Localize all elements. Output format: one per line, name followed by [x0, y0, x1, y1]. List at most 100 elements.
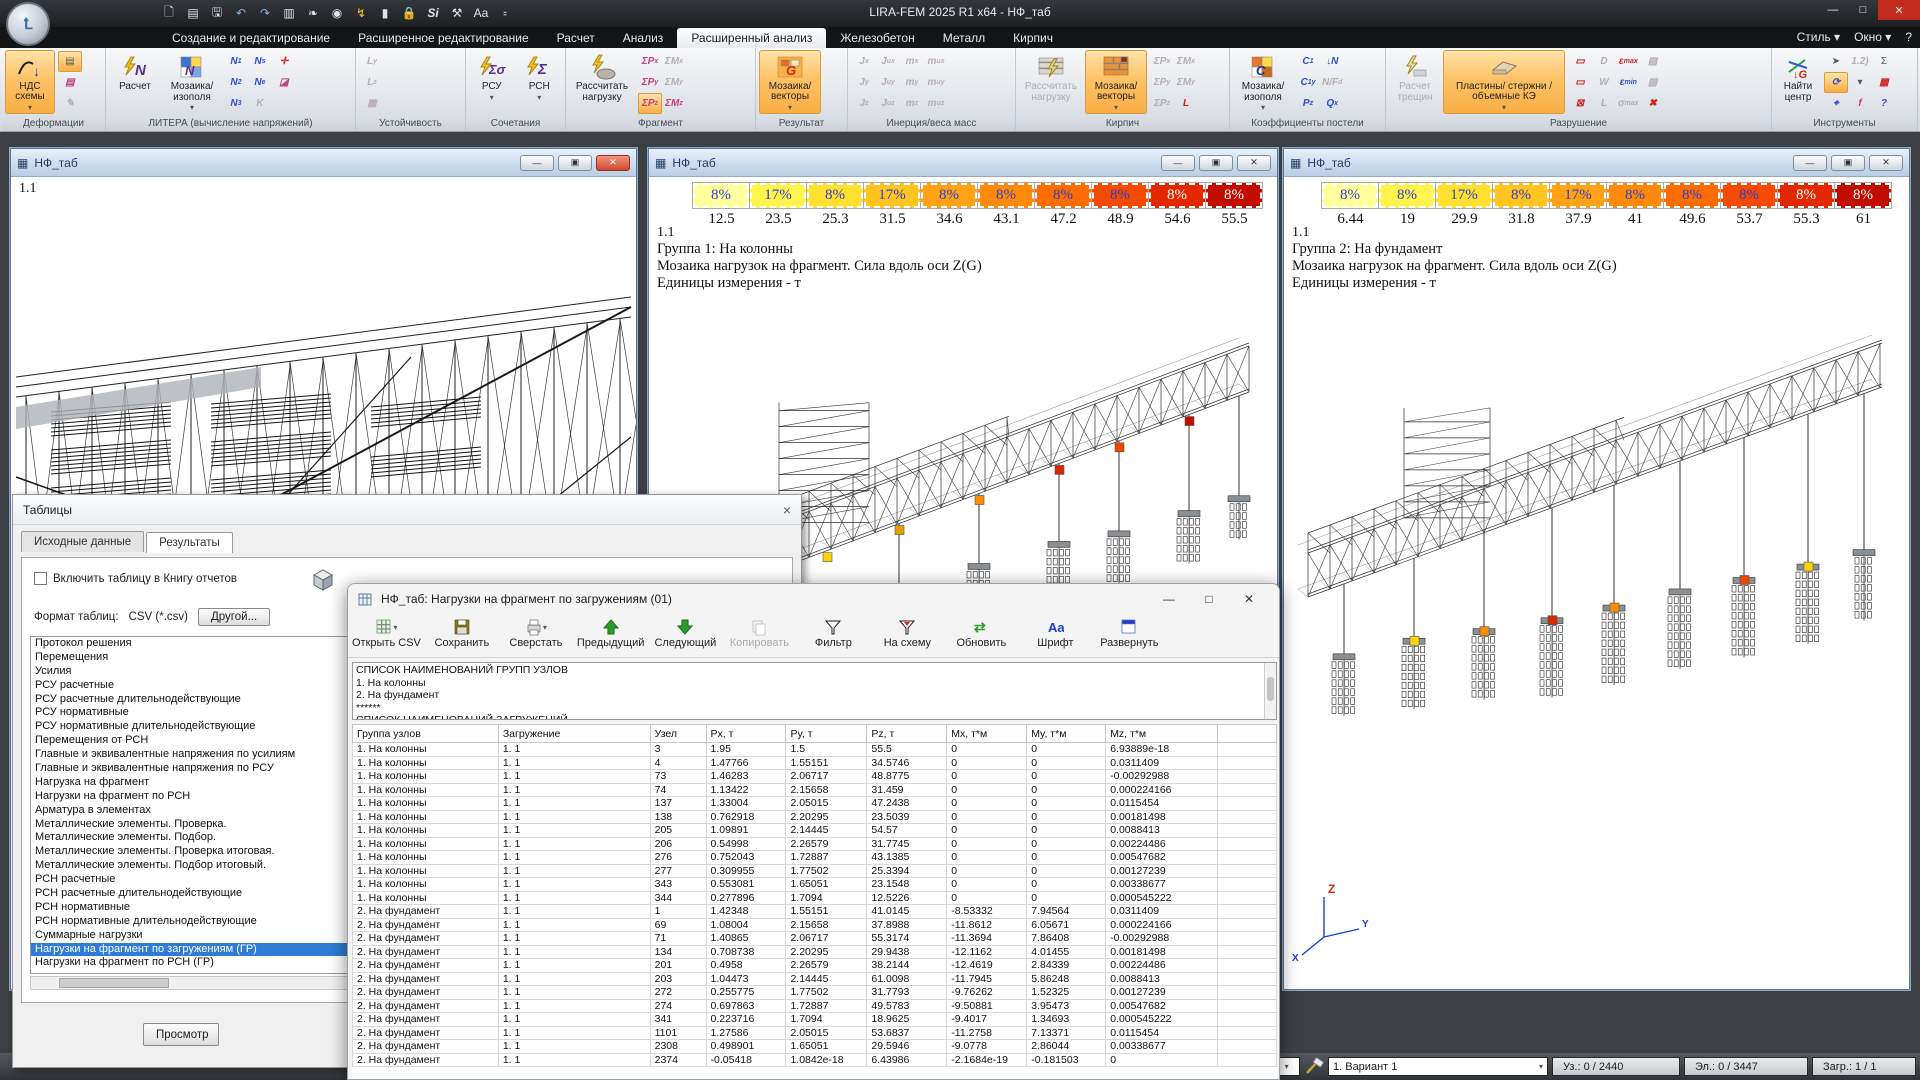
- column-header[interactable]: [1218, 725, 1277, 743]
- ribbon-button-расчет-трещин[interactable]: Расчет трещин: [1389, 50, 1441, 114]
- table-row[interactable]: 2. На фундамент1. 1691.080042.1565837.89…: [353, 918, 1277, 932]
- ribbon-button-ндс-схемы[interactable]: ↓НДС схемы▾: [5, 50, 55, 114]
- other-format-button[interactable]: Другой...: [198, 608, 270, 626]
- close-button[interactable]: ✕: [596, 155, 630, 171]
- small-button-ΣP[interactable]: ΣPy: [638, 72, 662, 93]
- small-button-▾[interactable]: ▾: [1848, 72, 1872, 93]
- table-row[interactable]: 2. На фундамент1. 13410.2237161.709418.9…: [353, 1013, 1277, 1027]
- small-button-J[interactable]: Juy: [876, 72, 900, 93]
- small-button-ΣP[interactable]: ΣPy: [1150, 72, 1174, 93]
- table-row[interactable]: 2. На фундамент1. 123080.4989011.6505129…: [353, 1040, 1277, 1054]
- block-icon[interactable]: ▮: [376, 4, 394, 22]
- tools-icon[interactable]: ⚒: [448, 4, 466, 22]
- small-button-m[interactable]: mx: [900, 51, 924, 72]
- toolbar-фильтр[interactable]: Фильтр: [800, 616, 866, 656]
- small-button-P[interactable]: Pz: [1296, 93, 1320, 114]
- ribbon-button-расчет[interactable]: NРасчет: [109, 50, 161, 114]
- column-header[interactable]: Mx, т*м: [947, 725, 1027, 743]
- small-button-L[interactable]: Ly: [360, 51, 384, 72]
- tab-3[interactable]: Расчет: [543, 28, 609, 48]
- table-row[interactable]: 2. На фундамент1. 11340.7087382.2029529.…: [353, 945, 1277, 959]
- toolbar-открыть-csv[interactable]: ▾Открыть CSV: [352, 616, 421, 656]
- column-header[interactable]: Py, т: [786, 725, 867, 743]
- small-button-◪[interactable]: ◪: [272, 72, 296, 93]
- ribbon-button-рсу[interactable]: ΣσРСУ▾: [469, 50, 515, 114]
- small-button-Σ[interactable]: Σ: [1872, 51, 1896, 72]
- dialog-tab-Результаты[interactable]: Результаты: [146, 532, 233, 553]
- table-row[interactable]: 2. На фундамент1. 12031.044732.1444561.0…: [353, 972, 1277, 986]
- toolbar-сохранить[interactable]: Сохранить: [429, 616, 495, 656]
- small-button-blank[interactable]: [272, 93, 296, 114]
- ribbon-button-рсн[interactable]: ΣРСН▾: [517, 50, 563, 114]
- maximize-button[interactable]: ▣: [558, 155, 592, 171]
- table-row[interactable]: 1. На колонны1. 1741.134222.1565831.4590…: [353, 783, 1277, 797]
- results-table[interactable]: Группа узловЗагружениеУзелPx, тPy, тPz, …: [352, 724, 1277, 1079]
- table-row[interactable]: 2. На фундамент1. 111011.275862.0501553.…: [353, 1026, 1277, 1040]
- toolbar-копировать[interactable]: Копировать: [726, 616, 792, 656]
- small-button-▭[interactable]: ▭: [1568, 72, 1592, 93]
- small-button-N[interactable]: Ne: [248, 72, 272, 93]
- small-button-ε[interactable]: εmin: [1616, 72, 1641, 93]
- small-button-⌖[interactable]: ⌖: [1824, 93, 1848, 114]
- redo-icon[interactable]: ↷: [256, 4, 274, 22]
- table-row[interactable]: 1. На колонны1. 12060.549982.2657931.774…: [353, 837, 1277, 851]
- column-header[interactable]: Mz, т*м: [1106, 725, 1218, 743]
- ribbon-button-мозаика-векторы[interactable]: GМозаика/ векторы▾: [759, 50, 821, 114]
- table-row[interactable]: 1. На колонны1. 1731.462832.0671748.8775…: [353, 770, 1277, 784]
- small-button-W[interactable]: W: [1592, 72, 1616, 93]
- variant-combo[interactable]: 1. Вариант 1▾: [1328, 1057, 1548, 1076]
- maximize-button[interactable]: □: [1189, 586, 1229, 612]
- preview-button[interactable]: Просмотр: [143, 1023, 219, 1046]
- small-button-f[interactable]: f: [1848, 93, 1872, 114]
- ribbon-button-пластины-стержни-объемные-кэ[interactable]: Пластины/ стержни / объемные КЭ▾: [1443, 50, 1565, 114]
- results-table-window[interactable]: НФ_таб: Нагрузки на фрагмент по загружен…: [347, 583, 1280, 1080]
- lock-icon[interactable]: 🔒: [400, 4, 418, 22]
- table-row[interactable]: 2. На фундамент1. 12720.2557751.7750231.…: [353, 986, 1277, 1000]
- tab-5[interactable]: Расширенный анализ: [677, 28, 826, 48]
- column-header[interactable]: Узел: [650, 725, 706, 743]
- small-button-ΣP[interactable]: ΣPz: [638, 93, 662, 114]
- small-button-▤[interactable]: ▤: [58, 72, 82, 93]
- small-button-J[interactable]: Jy: [852, 72, 876, 93]
- small-button-⟳[interactable]: ⟳: [1824, 72, 1848, 93]
- minimize-button[interactable]: —: [1793, 155, 1827, 171]
- report-book-icon[interactable]: [308, 566, 338, 592]
- maximize-button[interactable]: ▣: [1199, 155, 1233, 171]
- format-icon[interactable]: Aa: [472, 4, 490, 22]
- small-button-▨[interactable]: ▨: [1641, 72, 1665, 93]
- table-row[interactable]: 2. На фундамент1. 1711.408652.0671755.31…: [353, 932, 1277, 946]
- small-button-N[interactable]: N2: [224, 72, 248, 93]
- small-button-▤[interactable]: ▤: [58, 51, 82, 72]
- toolbar-шрифт[interactable]: AaШрифт: [1022, 616, 1088, 656]
- minimize-button[interactable]: —: [1161, 155, 1195, 171]
- small-button-ΣM[interactable]: ΣMy: [1174, 72, 1198, 93]
- ribbon-button-мозаика-изополя[interactable]: NМозаика/ изополя▾: [163, 50, 221, 114]
- small-button-ΣP[interactable]: ΣPz: [1150, 93, 1174, 114]
- table-row[interactable]: 1. На колонны1. 141.477661.5515134.57460…: [353, 756, 1277, 770]
- small-button-m[interactable]: mz: [900, 93, 924, 114]
- table-row[interactable]: 2. На фундамент1. 111.423481.5515141.014…: [353, 905, 1277, 919]
- menu-Окно[interactable]: Окно ▾: [1854, 30, 1891, 44]
- small-button-N[interactable]: N3: [224, 93, 248, 114]
- small-button-L[interactable]: L: [1592, 93, 1616, 114]
- more-icon[interactable]: ⹀: [496, 4, 514, 22]
- minimize-button[interactable]: —: [1818, 0, 1848, 20]
- table-row[interactable]: 1. На колонны1. 13440.2778961.709412.522…: [353, 891, 1277, 905]
- ribbon-button-рассчитать-нагрузку[interactable]: Рассчитать нагрузку: [569, 50, 635, 114]
- small-button-⊠[interactable]: ⊠: [1568, 93, 1592, 114]
- small-button-L[interactable]: Lz: [360, 72, 384, 93]
- small-button-N[interactable]: N1: [224, 51, 248, 72]
- maximize-button[interactable]: □: [1848, 0, 1878, 20]
- close-button[interactable]: ✕: [1878, 0, 1920, 20]
- small-button-K[interactable]: K: [248, 93, 272, 114]
- table-row[interactable]: 1. На колонны1. 11380.7629182.2029523.50…: [353, 810, 1277, 824]
- flash-icon[interactable]: ↯: [352, 4, 370, 22]
- toolbar-развернуть[interactable]: Развернуть: [1096, 616, 1162, 656]
- small-button-σ[interactable]: σmax: [1616, 93, 1641, 114]
- tab-6[interactable]: Железобетон: [826, 28, 928, 48]
- cabinet-icon[interactable]: ▥: [280, 4, 298, 22]
- small-button-ΣP[interactable]: ΣPx: [638, 51, 662, 72]
- small-button-m[interactable]: mux: [924, 51, 948, 72]
- save-icon[interactable]: 🖫: [208, 4, 226, 22]
- tab-8[interactable]: Кирпич: [999, 28, 1067, 48]
